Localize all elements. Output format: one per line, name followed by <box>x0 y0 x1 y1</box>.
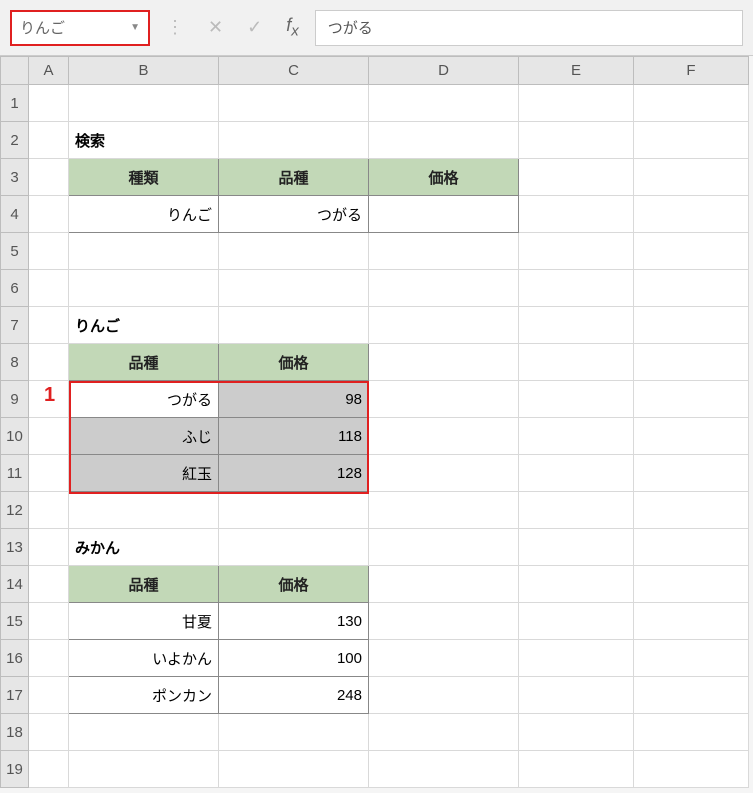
row-header[interactable]: 5 <box>1 233 29 270</box>
col-header[interactable]: E <box>519 57 634 85</box>
row-header[interactable]: 10 <box>1 418 29 455</box>
cell[interactable]: 甘夏 <box>69 603 219 640</box>
cell[interactable]: 118 <box>219 418 369 455</box>
cell[interactable]: 130 <box>219 603 369 640</box>
formula-bar: りんご ▼ ⋮ ✕ ✓ fx つがる <box>0 0 753 56</box>
cell[interactable]: 紅玉 <box>69 455 219 492</box>
col-header[interactable]: A <box>29 57 69 85</box>
select-all-corner[interactable] <box>1 57 29 85</box>
spreadsheet-grid[interactable]: A B C D E F 1 2 検索 3 種類 品種 価格 4 りんご つがる 5… <box>0 56 753 788</box>
row-header[interactable]: 18 <box>1 714 29 751</box>
cell[interactable]: りんご <box>69 307 219 344</box>
row-header[interactable]: 2 <box>1 122 29 159</box>
col-header[interactable]: F <box>634 57 749 85</box>
cell[interactable] <box>369 196 519 233</box>
row-header[interactable]: 11 <box>1 455 29 492</box>
cell[interactable]: みかん <box>69 529 219 566</box>
cell[interactable]: ふじ <box>69 418 219 455</box>
name-box-value: りんご <box>20 17 65 38</box>
cell[interactable]: 品種 <box>69 566 219 603</box>
callout-label-1: 1 <box>44 384 55 407</box>
cell[interactable]: 品種 <box>219 159 369 196</box>
cell[interactable]: 種類 <box>69 159 219 196</box>
formula-text: つがる <box>328 20 373 37</box>
row-header[interactable]: 9 <box>1 381 29 418</box>
fx-icon[interactable]: fx <box>278 15 307 40</box>
cell[interactable]: りんご <box>69 196 219 233</box>
row-header[interactable]: 19 <box>1 751 29 788</box>
row-header[interactable]: 15 <box>1 603 29 640</box>
row-header[interactable]: 7 <box>1 307 29 344</box>
cell[interactable]: 検索 <box>69 122 219 159</box>
col-header[interactable]: C <box>219 57 369 85</box>
col-header[interactable]: D <box>369 57 519 85</box>
chevron-down-icon: ▼ <box>130 22 140 33</box>
row-header[interactable]: 1 <box>1 85 29 122</box>
cell[interactable]: 128 <box>219 455 369 492</box>
cell[interactable]: 品種 <box>69 344 219 381</box>
row-header[interactable]: 3 <box>1 159 29 196</box>
dots-icon: ⋮ <box>158 17 192 38</box>
cell[interactable]: いよかん <box>69 640 219 677</box>
cell[interactable]: つがる <box>219 196 369 233</box>
row-header[interactable]: 4 <box>1 196 29 233</box>
cell[interactable]: 98 <box>219 381 369 418</box>
cell[interactable]: 248 <box>219 677 369 714</box>
row-header[interactable]: 13 <box>1 529 29 566</box>
name-box[interactable]: りんご ▼ <box>10 10 150 46</box>
check-icon[interactable]: ✓ <box>239 17 270 38</box>
row-header[interactable]: 6 <box>1 270 29 307</box>
cancel-icon[interactable]: ✕ <box>200 17 231 38</box>
cell[interactable]: 価格 <box>369 159 519 196</box>
row-header[interactable]: 8 <box>1 344 29 381</box>
cell[interactable]: 価格 <box>219 344 369 381</box>
row-header[interactable]: 14 <box>1 566 29 603</box>
formula-input[interactable]: つがる <box>315 10 743 46</box>
cell[interactable]: 100 <box>219 640 369 677</box>
row-header[interactable]: 12 <box>1 492 29 529</box>
col-header[interactable]: B <box>69 57 219 85</box>
row-header[interactable]: 17 <box>1 677 29 714</box>
cell[interactable]: ポンカン <box>69 677 219 714</box>
row-header[interactable]: 16 <box>1 640 29 677</box>
cell[interactable]: つがる <box>69 381 219 418</box>
cell[interactable]: 価格 <box>219 566 369 603</box>
